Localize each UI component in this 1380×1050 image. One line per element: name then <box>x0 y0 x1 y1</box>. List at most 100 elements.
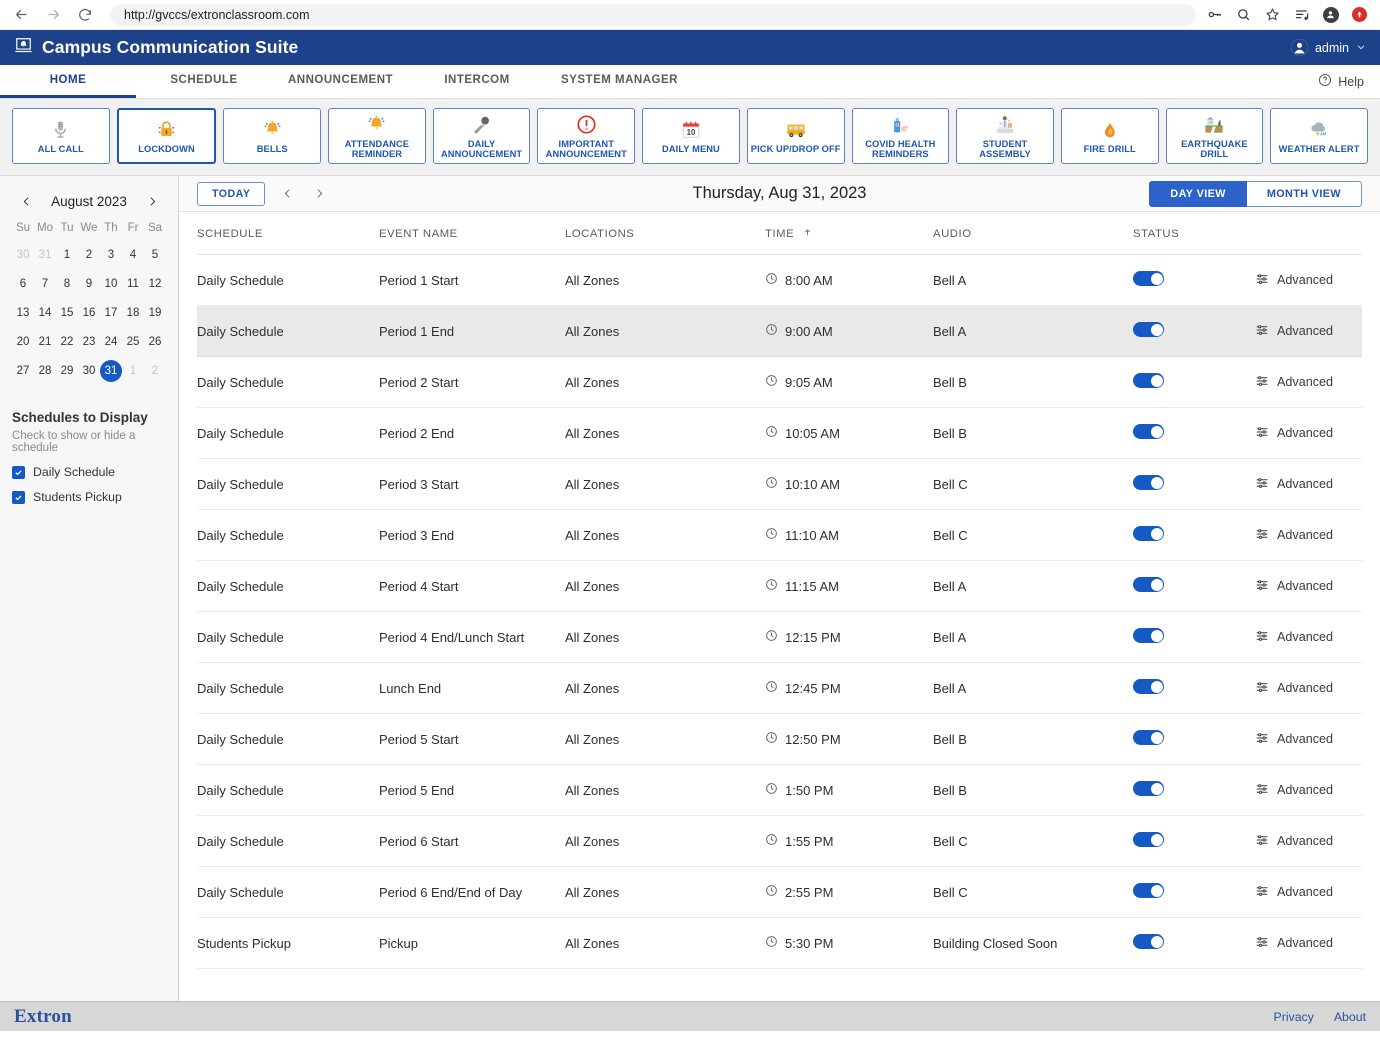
tile-attendance-reminder[interactable]: ATTENDANCE REMINDER <box>328 108 426 164</box>
status-toggle[interactable] <box>1133 373 1164 388</box>
calendar-day-cell[interactable]: 30 <box>78 356 100 385</box>
status-toggle[interactable] <box>1133 271 1164 286</box>
calendar-day-cell[interactable]: 7 <box>34 269 56 298</box>
reading-list-icon[interactable] <box>1293 6 1310 23</box>
status-toggle[interactable] <box>1133 679 1164 694</box>
calendar-day-cell[interactable]: 23 <box>78 327 100 356</box>
advanced-button[interactable]: Advanced <box>1255 884 1362 901</box>
calendar-day-cell[interactable]: 1 <box>56 240 78 269</box>
tab-announcement[interactable]: ANNOUNCEMENT <box>272 65 409 98</box>
calendar-day-cell[interactable]: 9 <box>78 269 100 298</box>
table-row[interactable]: Daily Schedule Period 1 Start All Zones 8:0… <box>197 254 1362 306</box>
checkbox-checked-icon[interactable] <box>12 490 25 504</box>
status-toggle[interactable] <box>1133 628 1164 643</box>
next-day-button[interactable] <box>307 182 331 206</box>
star-icon[interactable] <box>1264 6 1281 23</box>
month-view-button[interactable]: MONTH VIEW <box>1246 180 1362 207</box>
status-toggle[interactable] <box>1133 781 1164 796</box>
key-icon[interactable] <box>1206 6 1223 23</box>
privacy-link[interactable]: Privacy <box>1274 1010 1314 1024</box>
calendar-day-cell[interactable]: 30 <box>12 240 34 269</box>
update-icon[interactable] <box>1351 6 1368 23</box>
calendar-prev-month-button[interactable] <box>16 191 36 211</box>
address-bar[interactable]: http://gvccs/extronclassroom.com <box>110 3 1196 26</box>
calendar-day-cell[interactable]: 21 <box>34 327 56 356</box>
calendar-day-cell[interactable]: 28 <box>34 356 56 385</box>
calendar-day-cell[interactable]: 20 <box>12 327 34 356</box>
tile-fire-drill[interactable]: FIRE DRILL <box>1060 108 1159 164</box>
advanced-button[interactable]: Advanced <box>1255 374 1362 391</box>
column-header-audio[interactable]: AUDIO <box>933 212 1133 255</box>
tile-student-assembly[interactable]: STUDENT ASSEMBLY <box>956 108 1054 164</box>
checkbox-checked-icon[interactable] <box>12 465 25 479</box>
tile-covid-health-reminders[interactable]: COVID HEALTH REMINDERS <box>851 108 950 164</box>
table-row[interactable]: Students Pickup Pickup All Zones 5:30 PM Bui… <box>197 917 1362 969</box>
today-button[interactable]: TODAY <box>197 181 266 206</box>
calendar-day-cell[interactable]: 10 <box>100 269 122 298</box>
calendar-day-cell[interactable]: 27 <box>12 356 34 385</box>
user-menu[interactable]: admin <box>1290 39 1366 56</box>
tile-pick-up-drop-off[interactable]: PICK UP/DROP OFF <box>746 108 845 164</box>
tile-lockdown[interactable]: LOCKDOWN <box>116 108 217 164</box>
calendar-day-cell[interactable]: 3 <box>100 240 122 269</box>
tile-earthquake-drill[interactable]: EARTHQUAKE DRILL <box>1165 108 1264 164</box>
calendar-day-cell[interactable]: 2 <box>78 240 100 269</box>
calendar-day-cell[interactable]: 22 <box>56 327 78 356</box>
table-row[interactable]: Daily Schedule Lunch End All Zones 12:45 PM… <box>197 662 1362 714</box>
status-toggle[interactable] <box>1133 424 1164 439</box>
calendar-day-cell[interactable]: 13 <box>12 298 34 327</box>
calendar-day-cell[interactable]: 2 <box>144 356 166 385</box>
tile-all-call[interactable]: ALL CALL <box>12 108 110 164</box>
calendar-next-month-button[interactable] <box>142 191 162 211</box>
table-row[interactable]: Daily Schedule Period 6 Start All Zones 1:5… <box>197 815 1362 867</box>
table-row[interactable]: Daily Schedule Period 5 End All Zones 1:50 … <box>197 764 1362 816</box>
advanced-button[interactable]: Advanced <box>1255 782 1362 799</box>
status-toggle[interactable] <box>1133 577 1164 592</box>
advanced-button[interactable]: Advanced <box>1255 476 1362 493</box>
calendar-day-cell[interactable]: 15 <box>56 298 78 327</box>
calendar-day-cell[interactable]: 14 <box>34 298 56 327</box>
table-row[interactable]: Daily Schedule Period 6 End/End of Day All… <box>197 866 1362 918</box>
column-header-time[interactable]: TIME <box>765 212 933 255</box>
status-toggle[interactable] <box>1133 526 1164 541</box>
status-toggle[interactable] <box>1133 934 1164 949</box>
table-row[interactable]: Daily Schedule Period 4 End/Lunch Start Al… <box>197 611 1362 663</box>
advanced-button[interactable]: Advanced <box>1255 935 1362 952</box>
table-row[interactable]: Daily Schedule Period 3 Start All Zones 10:… <box>197 458 1362 510</box>
status-toggle[interactable] <box>1133 832 1164 847</box>
search-icon[interactable] <box>1235 6 1252 23</box>
forward-arrow-icon[interactable] <box>42 4 64 26</box>
table-row[interactable]: Daily Schedule Period 1 End All Zones 9:00 … <box>197 305 1362 357</box>
advanced-button[interactable]: Advanced <box>1255 527 1362 544</box>
tile-weather-alert[interactable]: WEATHER ALERT <box>1270 108 1368 164</box>
column-header-status[interactable]: STATUS <box>1133 212 1255 255</box>
column-header-schedule[interactable]: SCHEDULE <box>197 212 379 255</box>
reload-icon[interactable] <box>74 4 96 26</box>
advanced-button[interactable]: Advanced <box>1255 578 1362 595</box>
tile-daily-announcement[interactable]: DAILY ANNOUNCEMENT <box>432 108 531 164</box>
column-header-event-name[interactable]: EVENT NAME <box>379 212 565 255</box>
column-header-locations[interactable]: LOCATIONS <box>565 212 765 255</box>
table-row[interactable]: Daily Schedule Period 3 End All Zones 11:10… <box>197 509 1362 561</box>
status-toggle[interactable] <box>1133 730 1164 745</box>
back-arrow-icon[interactable] <box>10 4 32 26</box>
calendar-day-cell[interactable]: 18 <box>122 298 144 327</box>
tile-bells[interactable]: BELLS <box>223 108 322 164</box>
calendar-day-cell[interactable]: 17 <box>100 298 122 327</box>
calendar-day-cell[interactable]: 31 <box>100 356 122 385</box>
tab-intercom[interactable]: INTERCOM <box>409 65 545 98</box>
calendar-day-cell[interactable]: 11 <box>122 269 144 298</box>
status-toggle[interactable] <box>1133 883 1164 898</box>
calendar-day-cell[interactable]: 5 <box>144 240 166 269</box>
tile-important-announcement[interactable]: IMPORTANT ANNOUNCEMENT <box>537 108 636 164</box>
calendar-day-cell[interactable]: 31 <box>34 240 56 269</box>
calendar-day-cell[interactable]: 4 <box>122 240 144 269</box>
schedule-filter-students-pickup[interactable]: Students Pickup <box>12 490 166 504</box>
calendar-day-cell[interactable]: 19 <box>144 298 166 327</box>
help-button[interactable]: Help <box>1318 65 1380 98</box>
tile-daily-menu[interactable]: 10 DAILY MENU <box>642 108 740 164</box>
advanced-button[interactable]: Advanced <box>1255 272 1362 289</box>
calendar-day-cell[interactable]: 24 <box>100 327 122 356</box>
about-link[interactable]: About <box>1334 1010 1366 1024</box>
advanced-button[interactable]: Advanced <box>1255 680 1362 697</box>
